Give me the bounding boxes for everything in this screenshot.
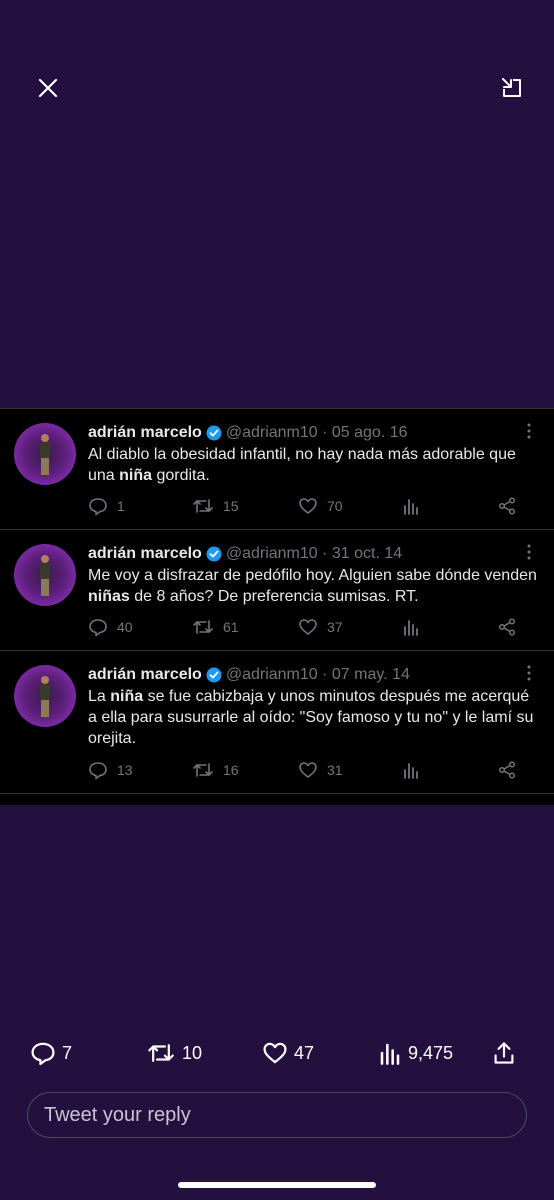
retweet-icon	[193, 499, 213, 513]
share-button[interactable]	[492, 1041, 516, 1065]
share-icon	[497, 496, 517, 516]
author-handle-date: @adrianm10 · 05 ago. 16	[225, 424, 408, 441]
tweet-text: Me voy a disfrazar de pedófilo hoy. Algu…	[88, 567, 537, 605]
heart-icon	[263, 1042, 287, 1064]
heart-icon	[299, 762, 317, 778]
share-icon	[497, 617, 517, 637]
reply-count: 7	[62, 1042, 73, 1063]
author-name: adrián marcelo	[88, 545, 202, 562]
more-options-icon	[522, 542, 536, 562]
heart-icon	[299, 498, 317, 514]
tweet-item: adrián marcelo @adrianm10 · 05 ago. 16 A…	[0, 409, 554, 530]
tweet-item: adrián marcelo @adrianm10 · 31 oct. 14 M…	[0, 530, 554, 651]
home-indicator	[178, 1182, 376, 1188]
retweet-count: 10	[182, 1042, 203, 1063]
views-icon	[380, 1043, 400, 1065]
heart-icon	[299, 619, 317, 635]
retweet-icon	[193, 620, 213, 634]
verified-badge-icon	[206, 425, 222, 441]
reply-icon	[89, 762, 107, 780]
reply-input[interactable]	[44, 1103, 526, 1127]
share-icon	[497, 760, 517, 780]
like-count: 70	[298, 496, 402, 516]
author-name: adrián marcelo	[88, 424, 202, 441]
reply-count: 13	[88, 760, 192, 780]
tweet-text: Al diablo la obesidad infantil, no hay n…	[88, 446, 516, 484]
verified-badge-icon	[206, 667, 222, 683]
author-handle-date: @adrianm10 · 31 oct. 14	[225, 545, 403, 562]
tweet-screenshot-image: adrián marcelo @adrianm10 · 05 ago. 16 A…	[0, 408, 554, 805]
collapse-icon	[502, 78, 521, 97]
more-options-icon	[522, 663, 536, 683]
like-button[interactable]: 47	[262, 1040, 378, 1066]
close-button[interactable]	[30, 70, 66, 106]
avatar	[14, 544, 76, 606]
retweet-icon	[193, 763, 213, 777]
retweet-count: 61	[192, 617, 298, 637]
verified-badge-icon	[206, 546, 222, 562]
reply-button[interactable]: 7	[30, 1040, 146, 1066]
avatar	[14, 423, 76, 485]
views-icon	[402, 618, 497, 636]
reply-icon	[89, 619, 107, 637]
avatar	[14, 665, 76, 727]
views-icon	[402, 761, 497, 779]
retweet-count: 15	[192, 496, 298, 516]
engagement-bar: 7 10 47 9,475	[30, 1038, 526, 1068]
reply-field-container[interactable]	[27, 1092, 527, 1138]
author-name: adrián marcelo	[88, 666, 202, 683]
collapse-button[interactable]	[494, 70, 530, 106]
retweet-icon	[148, 1044, 174, 1062]
more-options-icon	[522, 421, 536, 441]
reply-icon	[31, 1042, 55, 1066]
views-button[interactable]: 9,475	[378, 1041, 492, 1065]
retweet-count: 16	[192, 760, 298, 780]
close-icon	[38, 78, 58, 98]
tweet-item: adrián marcelo @adrianm10 · 07 may. 14 L…	[0, 651, 554, 794]
views-count: 9,475	[408, 1042, 454, 1063]
reply-count: 40	[88, 617, 192, 637]
retweet-button[interactable]: 10	[146, 1040, 262, 1066]
reply-count: 1	[88, 496, 192, 516]
reply-icon	[89, 498, 107, 516]
share-icon	[494, 1042, 514, 1064]
like-count: 31	[298, 760, 402, 780]
tweet-text: La niña se fue cabizbaja y unos minutos …	[88, 688, 534, 747]
like-count: 37	[298, 617, 402, 637]
author-handle-date: @adrianm10 · 07 may. 14	[225, 666, 410, 683]
like-count: 47	[294, 1042, 315, 1063]
views-icon	[402, 497, 497, 515]
